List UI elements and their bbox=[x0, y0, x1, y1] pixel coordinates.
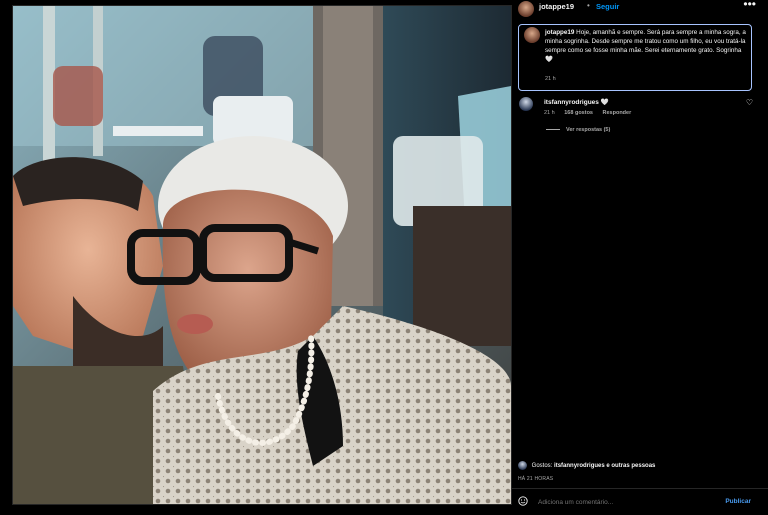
view-replies-label: Ver respostas (5) bbox=[566, 127, 611, 133]
caption-text: jotappe19 Hoje, amanhã e sempre. Será pa… bbox=[545, 28, 750, 64]
caption-block: jotappe19 Hoje, amanhã e sempre. Será pa… bbox=[518, 24, 752, 91]
follow-button[interactable]: Seguir bbox=[596, 2, 619, 11]
comment-meta: 21 h 168 gostos Responder bbox=[544, 110, 639, 116]
post-photo[interactable] bbox=[12, 5, 512, 505]
caption-author-avatar[interactable] bbox=[524, 27, 540, 43]
comment-username[interactable]: itsfannyrodrigues bbox=[544, 99, 599, 106]
comment-likes[interactable]: 168 gostos bbox=[564, 110, 593, 116]
heart-outline-icon[interactable]: ♡ bbox=[746, 98, 753, 107]
likes-summary: Gostos: itsfannyrodrigues e outras pesso… bbox=[518, 461, 655, 470]
reply-button[interactable]: Responder bbox=[603, 110, 632, 116]
photo-illustration bbox=[13, 6, 511, 504]
likes-summary-text[interactable]: itsfannyrodrigues e outras pessoas bbox=[554, 463, 655, 469]
likes-label: Gostos: bbox=[531, 463, 553, 470]
commenter-avatar[interactable] bbox=[519, 97, 533, 111]
composer-divider bbox=[512, 488, 768, 489]
caption-username[interactable]: jotappe19 bbox=[545, 29, 574, 36]
header-separator: • bbox=[587, 1, 590, 10]
more-options-icon[interactable]: ••• bbox=[743, 0, 756, 11]
comment-body: 🤍 bbox=[600, 99, 609, 106]
emoji-smile-icon[interactable] bbox=[518, 496, 528, 506]
post-sidebar: jotappe19 • Seguir ••• jotappe19 Hoje, a… bbox=[512, 0, 768, 515]
author-avatar[interactable] bbox=[518, 1, 534, 17]
caption-timestamp[interactable]: 21 h bbox=[545, 76, 556, 82]
liker-avatar bbox=[518, 461, 527, 470]
view-replies-button[interactable]: Ver respostas (5) bbox=[546, 127, 610, 133]
comment-input[interactable] bbox=[538, 496, 708, 508]
replies-line bbox=[546, 129, 560, 131]
comment-timestamp[interactable]: 21 h bbox=[544, 110, 555, 116]
post-viewer: jotappe19 • Seguir ••• jotappe19 Hoje, a… bbox=[0, 0, 768, 515]
caption-body: Hoje, amanhã e sempre. Será para sempre … bbox=[545, 29, 746, 63]
post-timestamp: HÁ 21 HORAS bbox=[518, 476, 554, 482]
comment-text: itsfannyrodrigues 🤍 bbox=[544, 98, 609, 106]
author-username[interactable]: jotappe19 bbox=[539, 2, 574, 11]
publish-button[interactable]: Publicar bbox=[725, 498, 751, 505]
